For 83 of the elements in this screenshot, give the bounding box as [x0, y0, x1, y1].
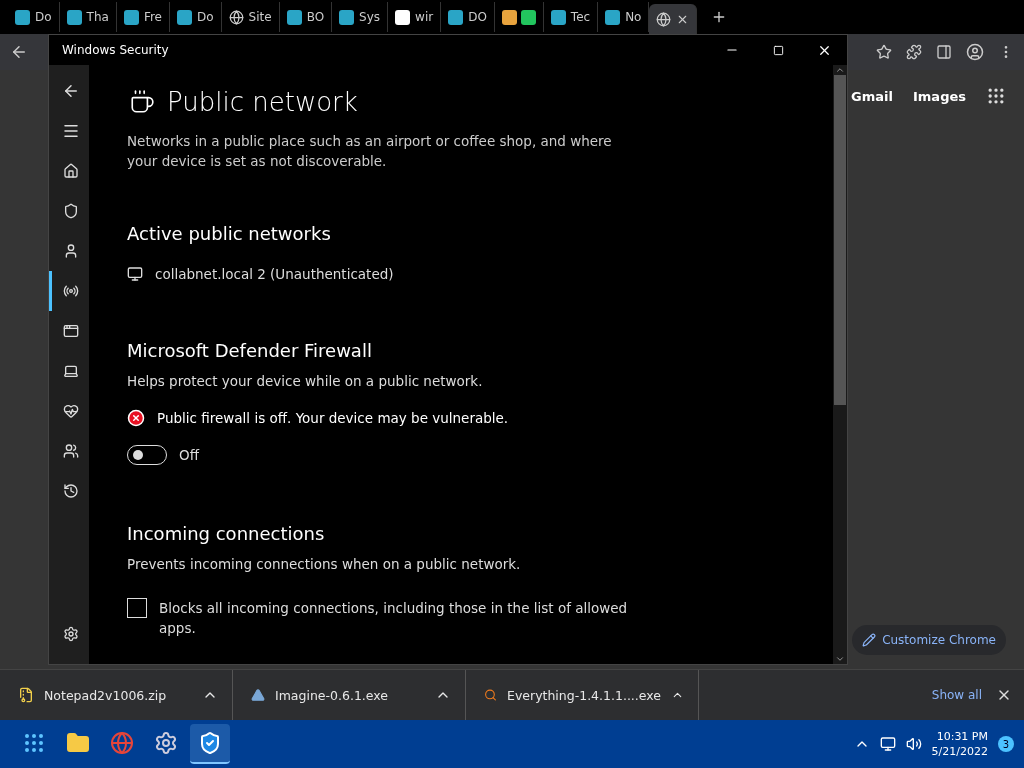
browser-tab[interactable]: Tha	[59, 2, 117, 32]
section-description: Helps protect your device while on a public network.	[127, 373, 483, 389]
browser-tab[interactable]	[649, 4, 698, 34]
speaker-icon[interactable]	[905, 736, 922, 752]
shield-icon[interactable]	[198, 731, 222, 755]
section-heading: Microsoft Defender Firewall	[127, 340, 373, 361]
antenna-icon	[62, 283, 79, 299]
section-heading: Incoming connections	[127, 523, 326, 544]
favicon	[395, 9, 411, 25]
header-link[interactable]: Gmail	[851, 88, 893, 104]
browser-tab[interactable]: Site	[221, 2, 280, 32]
profile-icon[interactable]	[966, 43, 984, 61]
home-icon	[62, 163, 79, 179]
checkbox[interactable]	[127, 598, 147, 618]
laptop-icon	[62, 363, 79, 379]
network-name: collabnet.local 2 (Unauthenticated)	[155, 266, 394, 282]
scroll-down-icon[interactable]	[835, 654, 845, 664]
clock[interactable]: 10:31 PM 5/21/2022	[931, 729, 988, 759]
browser-tab[interactable]: DO	[441, 2, 495, 32]
header-link[interactable]: Images	[913, 88, 966, 104]
window-title: Windows Security	[62, 43, 169, 57]
window-icon	[62, 323, 79, 339]
file-name: Imagine-0.6.1.exe	[275, 687, 389, 703]
browser-tab[interactable]: No	[598, 2, 650, 32]
star-icon[interactable]	[876, 44, 892, 60]
maximize-icon	[772, 44, 784, 56]
notification-badge[interactable]: 3	[998, 736, 1014, 752]
page-description: Networks in a public place such as an airport or coffee shop, and where your device is set as not discoverable.	[127, 132, 613, 171]
history-icon	[62, 483, 79, 499]
browser-tab[interactable]: Do	[170, 2, 222, 32]
browser-tab[interactable]: Do	[8, 2, 60, 32]
favicon	[448, 9, 464, 25]
side-panel-icon[interactable]	[936, 44, 952, 60]
page-title: Public network	[167, 87, 358, 117]
browser-logo-icon	[656, 11, 672, 27]
favicon	[501, 9, 517, 25]
archive-icon	[18, 687, 34, 703]
back-icon[interactable]	[10, 43, 28, 61]
browser-tab[interactable]: Fre	[116, 2, 170, 32]
browser-tab[interactable]: BO	[279, 2, 333, 32]
browser-tab[interactable]: Tec	[543, 2, 599, 32]
favicon	[286, 9, 302, 25]
apps-grid-icon[interactable]	[986, 86, 1006, 106]
folder-icon[interactable]	[66, 731, 90, 755]
favicon	[605, 9, 621, 25]
taskbar-app[interactable]	[190, 724, 230, 764]
customize-button[interactable]: Customize Chrome	[852, 625, 1006, 655]
menu-icon	[61, 122, 80, 140]
pencil-icon	[862, 633, 877, 647]
favicon	[123, 9, 139, 25]
file-name: Everything-1.4.1.1....exe	[507, 687, 661, 703]
magnifier-icon	[484, 687, 497, 703]
settings-icon[interactable]	[154, 731, 178, 755]
browser-icon[interactable]	[110, 731, 134, 755]
file-name: Notepad2v1006.zip	[44, 687, 168, 703]
show-all-button[interactable]: Show all	[923, 684, 990, 706]
favicon	[66, 9, 82, 25]
monitor-icon	[127, 266, 143, 282]
favicon	[550, 9, 566, 25]
heartbeat-icon	[62, 403, 79, 419]
scrollbar[interactable]	[833, 65, 847, 664]
browser-tab[interactable]: Sys	[332, 2, 389, 32]
favicon	[177, 9, 192, 25]
toggle-label: Off	[179, 447, 199, 463]
section-description: Prevents incoming connections when on a public network.	[127, 556, 521, 572]
browser-tab[interactable]: wir	[388, 2, 442, 32]
network-icon[interactable]	[879, 736, 896, 752]
favicon	[520, 9, 536, 25]
checkbox-label: Blocks all incoming connections, including those in the list of allowed apps.	[159, 599, 629, 638]
triangle-icon	[251, 688, 265, 702]
warning-text: Public firewall is off. Your device may be vulnerable.	[157, 410, 509, 426]
section-heading: Active public networks	[127, 223, 332, 244]
favicon	[339, 9, 355, 25]
settings-icon	[62, 626, 79, 642]
cup-icon	[129, 89, 155, 115]
puzzle-icon[interactable]	[906, 44, 922, 60]
start-icon[interactable]	[22, 731, 46, 755]
error-icon	[127, 409, 145, 427]
globe-icon	[228, 9, 244, 25]
shield-icon	[62, 203, 79, 219]
favicon	[15, 9, 30, 25]
scroll-up-icon[interactable]	[835, 65, 845, 75]
people-icon	[62, 443, 79, 459]
